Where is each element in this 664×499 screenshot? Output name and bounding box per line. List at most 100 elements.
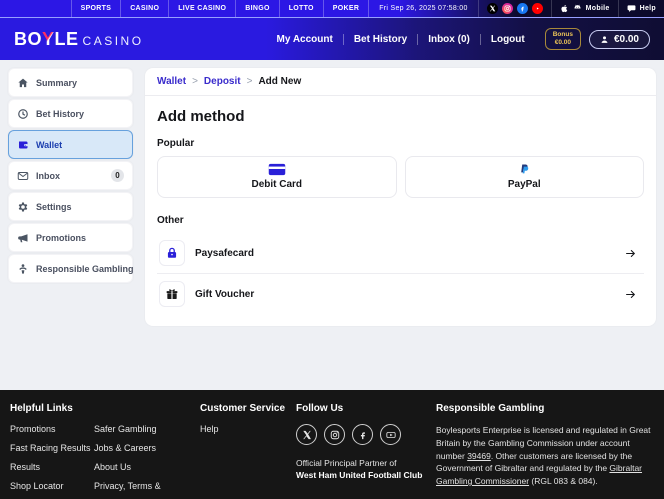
inbox-count-badge: 0 [111, 169, 124, 182]
footer-helpful-links: Helpful Links Promotions Fast Racing Res… [10, 403, 200, 499]
top-nav-live-casino[interactable]: LIVE CASINO [168, 0, 235, 17]
balance-button[interactable]: €0.00 [589, 30, 650, 49]
footer-link-privacy-terms[interactable]: Privacy, Terms & [94, 481, 194, 491]
top-nav-label: CASINO [130, 5, 159, 12]
breadcrumb-separator: > [192, 76, 198, 87]
bonus-value: €0.00 [555, 39, 571, 46]
logo-y-accent: Y [42, 29, 55, 49]
top-nav-sports[interactable]: SPORTS [71, 0, 121, 17]
top-nav: SPORTS CASINO LIVE CASINO BINGO LOTTO PO… [71, 0, 369, 17]
top-nav-poker[interactable]: POKER [323, 0, 368, 17]
other-section-label: Other [157, 215, 644, 226]
top-nav-label: SPORTS [81, 5, 112, 12]
sidebar-item-wallet[interactable]: Wallet [8, 130, 133, 159]
gear-icon [17, 201, 29, 213]
sidebar-item-label: Wallet [36, 140, 62, 150]
social-links-section [478, 0, 551, 17]
sidebar-item-summary[interactable]: Summary [8, 68, 133, 97]
inbox-link[interactable]: Inbox (0) [417, 34, 480, 45]
wallet-icon [17, 139, 29, 151]
page-footer: Helpful Links Promotions Fast Racing Res… [0, 390, 664, 499]
breadcrumb-deposit[interactable]: Deposit [204, 76, 241, 87]
chat-bubble-icon [627, 4, 636, 13]
top-nav-casino[interactable]: CASINO [120, 0, 168, 17]
account-number-link[interactable]: 39469 [467, 451, 491, 461]
footer-link-shop-locator[interactable]: Shop Locator [10, 481, 94, 491]
youtube-icon[interactable] [380, 424, 401, 445]
sidebar-item-promotions[interactable]: Promotions [8, 223, 133, 252]
sidebar-item-label: Promotions [36, 233, 86, 243]
clock-history-icon [17, 108, 29, 120]
footer-link-about-us[interactable]: About Us [94, 462, 194, 472]
home-icon [17, 77, 29, 89]
sidebar-item-label: Settings [36, 202, 72, 212]
footer-link-help[interactable]: Help [200, 424, 296, 434]
footer-link-jobs-careers[interactable]: Jobs & Careers [94, 443, 194, 453]
top-nav-bingo[interactable]: BINGO [235, 0, 278, 17]
top-nav-label: POKER [333, 5, 359, 12]
mobile-label: Mobile [586, 5, 610, 12]
instagram-icon[interactable] [324, 424, 345, 445]
paysafecard-method[interactable]: Paysafecard [157, 233, 644, 273]
sidebar-item-label: Inbox [36, 171, 60, 181]
method-label: Gift Voucher [195, 289, 254, 300]
sidebar-item-label: Bet History [36, 109, 84, 119]
partner-line-1: Official Principal Partner of [296, 458, 436, 468]
balance-value: €0.00 [614, 34, 639, 45]
arrow-right-icon [624, 288, 637, 301]
facebook-icon[interactable] [517, 3, 528, 14]
logout-link[interactable]: Logout [480, 34, 535, 45]
footer-link-safer-gambling[interactable]: Safer Gambling [94, 424, 194, 434]
boyle-casino-logo[interactable]: BOYLE CASINO [14, 29, 144, 50]
brand-header: BOYLE CASINO My Account Bet History Inbo… [0, 18, 664, 60]
footer-link-results[interactable]: Results [10, 462, 94, 472]
breadcrumb-separator: > [247, 76, 253, 87]
footer-social-row [296, 424, 436, 445]
sidebar-item-bet-history[interactable]: Bet History [8, 99, 133, 128]
footer-follow-us: Follow Us Official Principal Partner of … [296, 403, 436, 499]
paypal-method[interactable]: PayPal [405, 156, 645, 198]
top-nav-lotto[interactable]: LOTTO [279, 0, 323, 17]
logo-suffix: CASINO [83, 34, 144, 48]
logo-text: BOYLE [14, 29, 79, 50]
my-account-link[interactable]: My Account [267, 34, 343, 45]
help-section[interactable]: Help [618, 0, 664, 17]
bonus-badge[interactable]: Bonus €0.00 [545, 28, 581, 51]
paypal-icon [518, 163, 531, 176]
sidebar-item-inbox[interactable]: Inbox 0 [8, 161, 133, 190]
method-label: PayPal [508, 179, 541, 190]
breadcrumb-add-new: Add New [258, 76, 301, 87]
facebook-icon[interactable] [352, 424, 373, 445]
footer-link-fast-racing-results[interactable]: Fast Racing Results [10, 443, 94, 453]
x-twitter-icon[interactable] [487, 3, 498, 14]
debit-card-icon [268, 163, 286, 176]
bet-history-link[interactable]: Bet History [343, 34, 417, 45]
gift-voucher-icon-box [159, 281, 185, 307]
instagram-icon[interactable] [502, 3, 513, 14]
popular-methods: Debit Card PayPal [157, 156, 644, 198]
debit-card-method[interactable]: Debit Card [157, 156, 397, 198]
method-label: Debit Card [251, 179, 302, 190]
sidebar-item-label: Summary [36, 78, 77, 88]
top-nav-label: LOTTO [289, 5, 314, 12]
top-nav-label: BINGO [245, 5, 269, 12]
datetime-display: Fri Sep 26, 2025 07:58:00 [368, 0, 477, 17]
envelope-icon [17, 170, 29, 182]
mobile-apps-section[interactable]: Mobile [551, 0, 618, 17]
megaphone-icon [17, 232, 29, 244]
popular-section-label: Popular [157, 138, 644, 149]
other-methods: Paysafecard Gift Voucher [157, 233, 644, 314]
paysafecard-icon-box [159, 240, 185, 266]
breadcrumb: Wallet > Deposit > Add New [145, 68, 656, 96]
footer-link-promotions[interactable]: Promotions [10, 424, 94, 434]
footer-heading: Helpful Links [10, 403, 200, 414]
x-twitter-icon[interactable] [296, 424, 317, 445]
gift-voucher-method[interactable]: Gift Voucher [157, 273, 644, 314]
method-label: Paysafecard [195, 248, 254, 259]
sidebar-item-settings[interactable]: Settings [8, 192, 133, 221]
account-sidebar: Summary Bet History Wallet Inbox 0 Setti… [8, 68, 133, 285]
breadcrumb-wallet[interactable]: Wallet [157, 76, 186, 87]
youtube-icon[interactable] [532, 3, 543, 14]
footer-customer-service: Customer Service Help [200, 403, 296, 499]
sidebar-item-responsible-gambling[interactable]: Responsible Gambling [8, 254, 133, 283]
